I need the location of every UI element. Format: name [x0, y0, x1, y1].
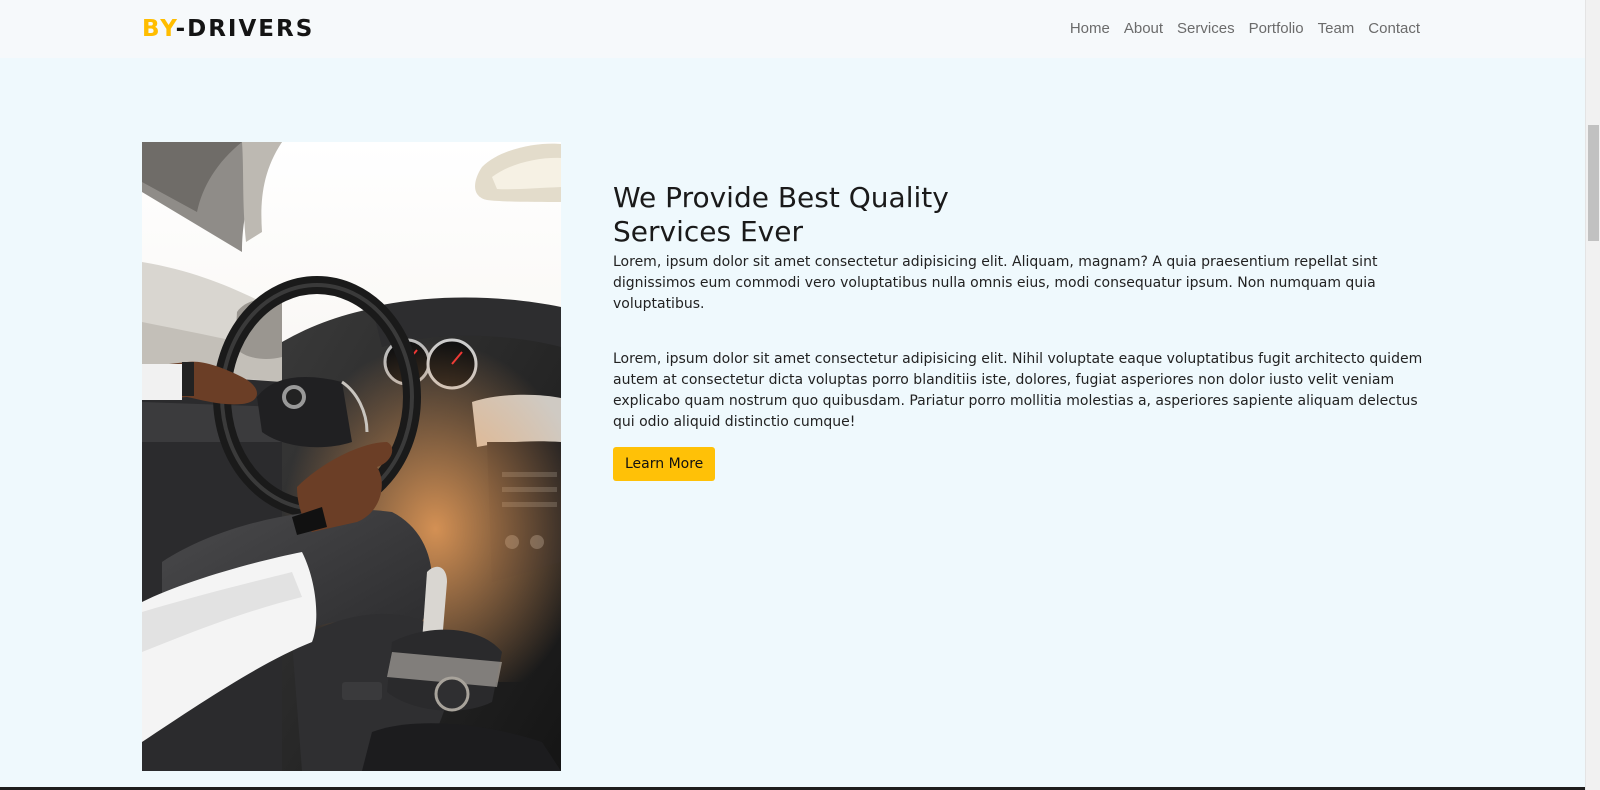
- nav-home[interactable]: Home: [1070, 19, 1110, 39]
- section-title: We Provide Best Quality Services Ever: [613, 181, 949, 248]
- about-content: We Provide Best Quality Services Ever Lo…: [613, 181, 1425, 481]
- nav-portfolio[interactable]: Portfolio: [1249, 19, 1304, 39]
- main-nav: Home About Services Portfolio Team Conta…: [1070, 19, 1420, 39]
- driver-photo: [142, 142, 561, 771]
- driver-steering-wheel-icon: [142, 142, 561, 771]
- nav-about[interactable]: About: [1124, 19, 1163, 39]
- page: BY-DRIVERS Home About Services Portfolio…: [0, 0, 1600, 790]
- page-scrollbar[interactable]: [1585, 0, 1600, 790]
- site-header: BY-DRIVERS Home About Services Portfolio…: [0, 0, 1585, 58]
- site-logo[interactable]: BY-DRIVERS: [142, 14, 314, 44]
- scrollbar-thumb[interactable]: [1588, 125, 1599, 241]
- paragraph-two: Lorem, ipsum dolor sit amet consectetur …: [613, 351, 1423, 430]
- learn-more-button[interactable]: Learn More: [613, 447, 716, 481]
- logo-text: -DRIVERS: [175, 16, 315, 42]
- nav-services[interactable]: Services: [1177, 19, 1235, 39]
- nav-team[interactable]: Team: [1318, 19, 1355, 39]
- nav-contact[interactable]: Contact: [1368, 19, 1420, 39]
- paragraph-one: Lorem, ipsum dolor sit amet consectetur …: [613, 254, 1378, 312]
- logo-accent: BY: [142, 16, 176, 42]
